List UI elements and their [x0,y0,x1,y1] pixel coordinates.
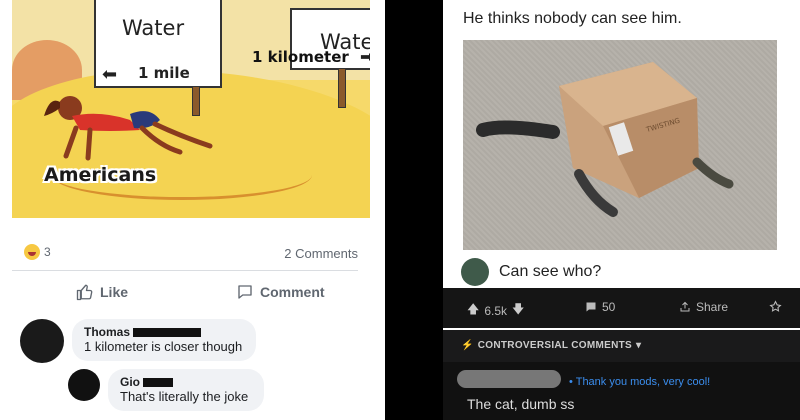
avatar[interactable] [461,258,489,286]
comment-author-name[interactable]: Gio [120,375,140,389]
redaction-bar [133,327,202,337]
comment-author[interactable]: Thomas [84,325,244,339]
comment-label: Comment [260,284,325,300]
reply-row: Can see who? [461,258,601,286]
post-title: He thinks nobody can see him. [463,10,682,27]
chevron-down-icon: ▾ [635,340,642,351]
vote-count: 6.5k [484,303,508,318]
user-flair-text: Thank you mods, very cool! [575,376,711,388]
comment-item: • Thank you mods, very cool! The cat, du… [443,362,800,420]
reddit-post: He thinks nobody can see him. TWISTING C… [443,0,800,420]
award-icon [769,300,782,312]
sign-post-right [338,68,346,108]
comment-icon [586,302,596,312]
comments-count: 50 [602,300,616,314]
redaction-bar [143,377,173,387]
arrow-right-icon: ➡ [360,49,370,66]
reply-text: Can see who? [499,263,602,280]
like-label: Like [100,284,129,300]
haha-reaction-icon [24,244,40,260]
downvote-icon[interactable]: 🡇 [512,300,524,321]
comment-author-name[interactable]: Thomas [84,325,130,339]
award-button[interactable] [769,300,782,313]
avatar[interactable] [68,369,100,401]
lightning-icon: ⚡ [461,340,474,351]
comments-count-link[interactable]: 2 Comments [284,246,358,261]
user-flair: • Thank you mods, very cool! [569,376,711,388]
comment-bubble-icon [238,285,252,299]
comment-button[interactable]: Comment [236,283,325,301]
share-label: Share [696,300,729,314]
comment-item: Thomas 1 kilometer is closer though [20,319,256,363]
divider [12,270,358,271]
comment-text: The cat, dumb ss [467,396,575,412]
facebook-post: Water ⬅ 1 mile Water 1 kilometer ➡ Ameri… [0,0,385,420]
comment-text: That's literally the joke [120,389,249,404]
cat-box-illustration: TWISTING [476,62,734,217]
comment-bubble: Thomas 1 kilometer is closer though [72,319,256,361]
crawling-person-illustration [44,96,213,161]
upvote-icon[interactable]: 🡅 [467,300,479,321]
comments-button[interactable]: 50 [585,300,615,314]
share-icon [680,301,690,312]
comment-sort-bar[interactable]: ⚡ CONTROVERSIAL COMMENTS ▾ [443,330,800,362]
cat-in-box-photo[interactable]: TWISTING [463,40,777,250]
meme-image: Water ⬅ 1 mile Water 1 kilometer ➡ Ameri… [12,0,370,218]
reaction-count: 3 [44,245,51,259]
like-button[interactable]: Like [76,283,128,301]
sign-left: Water ⬅ 1 mile [94,0,222,88]
sign-left-title: Water [122,16,185,40]
reaction-summary[interactable]: 3 [24,244,51,260]
action-bar: 🡅 6.5k 🡇 50 Share [443,288,800,328]
vote-control: 🡅 6.5k 🡇 [467,300,524,321]
comment-author[interactable]: Gio [120,375,252,389]
arrow-left-icon: ⬅ [102,64,118,85]
share-button[interactable]: Share [679,300,728,314]
redacted-username [457,370,561,388]
reply-item: Gio That's literally the joke [68,369,264,411]
sign-right-distance: 1 kilometer [252,48,349,66]
sign-left-distance: 1 mile [138,64,190,82]
sort-label: CONTROVERSIAL COMMENTS [477,340,632,351]
comment-bubble: Gio That's literally the joke [108,369,264,411]
comment-text: 1 kilometer is closer though [84,339,243,354]
thumbs-up-icon [76,284,93,301]
meme-caption: Americans [44,164,157,186]
avatar[interactable] [20,319,64,363]
